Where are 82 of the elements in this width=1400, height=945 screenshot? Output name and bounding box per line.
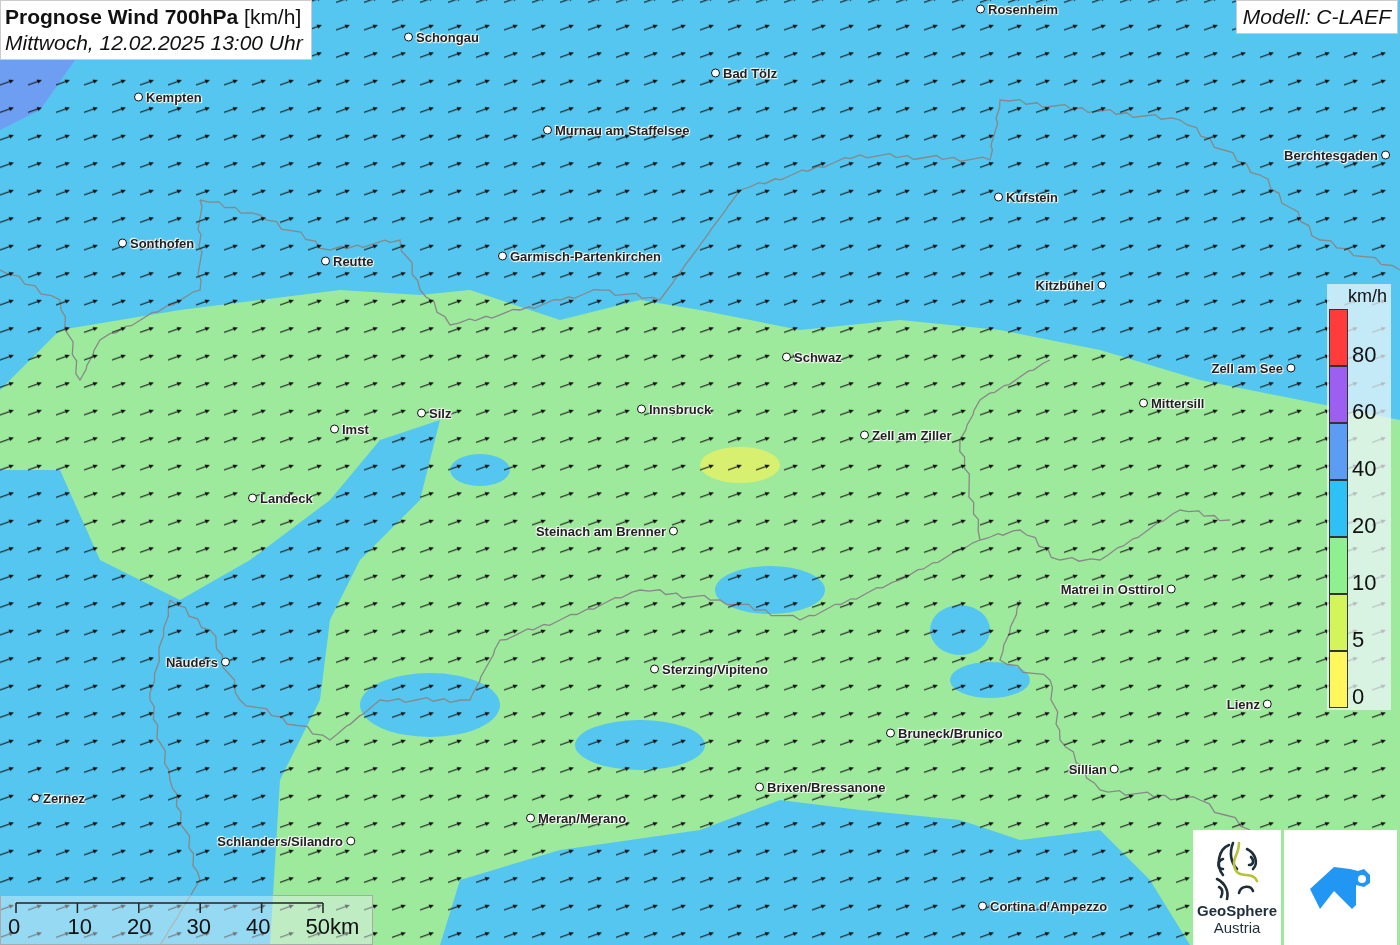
scale-label: 50km [305, 914, 361, 940]
model-label: Modell: C-LAEF [1235, 0, 1398, 34]
legend-value: 60 [1352, 401, 1377, 423]
city-marker-icon [346, 836, 355, 846]
city-marker-icon [417, 408, 426, 418]
scale-label: 30 [186, 914, 212, 940]
city-marker-icon [711, 68, 720, 78]
city-marker-icon [637, 404, 646, 414]
city-marker-icon [118, 238, 127, 248]
city-marker-icon [669, 526, 678, 536]
legend-value: 10 [1352, 572, 1377, 594]
legend-value: 40 [1352, 458, 1377, 480]
city-marker-icon [1167, 584, 1176, 594]
city-marker-icon [860, 430, 869, 440]
city-label: Bad Tölz [723, 65, 778, 81]
city-marker-icon [498, 251, 507, 261]
city-label: Bruneck/Brunico [898, 725, 1003, 741]
city-marker-icon [221, 657, 230, 667]
city-marker-icon [543, 125, 552, 135]
city-label: Kempten [146, 89, 202, 105]
city-marker-icon [330, 424, 339, 434]
city-label: Sterzing/Vipiteno [662, 661, 768, 677]
city-label: Meran/Merano [538, 810, 627, 826]
forecast-time: Mittwoch, 12.02.2025 13:00 Uhr [5, 31, 303, 55]
city-label: Kufstein [1006, 189, 1058, 205]
city-marker-icon [134, 92, 143, 102]
city-label: Zell am Ziller [872, 427, 952, 443]
city-marker-icon [526, 813, 535, 823]
scale-label: 10 [67, 914, 93, 940]
city-label: Sillian [1068, 761, 1107, 777]
city-marker-icon [1263, 699, 1272, 709]
city-label: Berchtesgaden [1284, 147, 1378, 163]
city-label: Reutte [333, 253, 374, 269]
scale-label: 20 [127, 914, 153, 940]
scale-label: 40 [246, 914, 272, 940]
city-marker-icon [976, 4, 985, 14]
city-marker-icon [1286, 363, 1295, 373]
city-label: Imst [342, 421, 369, 437]
city-label: Brixen/Bressanone [767, 779, 886, 795]
unit-label: [km/h] [244, 5, 302, 28]
scale-label: 0 [8, 914, 22, 940]
city-label: Rosenheim [988, 1, 1059, 17]
city-marker-icon [1097, 280, 1106, 290]
city-label: Landeck [260, 490, 313, 506]
legend-value: 80 [1352, 344, 1377, 366]
city-label: Silz [429, 405, 452, 421]
city-marker-icon [650, 664, 659, 674]
logo-subname: Austria [1213, 919, 1261, 936]
city-marker-icon [248, 493, 257, 503]
city-label: Schwaz [794, 349, 842, 365]
logo-name: GeoSphere [1197, 903, 1277, 920]
city-marker-icon [994, 192, 1003, 202]
city-label: Murnau am Staffelsee [555, 122, 690, 138]
city-label: Schlanders/Silandro [217, 833, 343, 849]
city-label: Garmisch-Partenkirchen [510, 248, 661, 264]
city-marker-icon [1381, 150, 1390, 160]
city-label: Zernez [43, 790, 85, 806]
city-label: Kitzbühel [1035, 277, 1094, 293]
legend-value: 20 [1352, 515, 1377, 537]
city-marker-icon [321, 256, 330, 266]
city-label: Schongau [416, 29, 479, 45]
city-label: Innsbruck [649, 401, 712, 417]
city-marker-icon [1110, 764, 1119, 774]
city-marker-icon [782, 352, 791, 362]
city-label: Lienz [1226, 696, 1260, 712]
legend-value: 0 [1352, 686, 1365, 708]
city-marker-icon [1139, 398, 1148, 408]
city-marker-icon [978, 901, 987, 911]
city-marker-icon [31, 793, 40, 803]
map-title: Prognose Wind 700hPa [km/h] [5, 5, 303, 29]
city-label: Matrei in Osttirol [1060, 581, 1164, 597]
city-marker-icon [886, 728, 895, 738]
city-label: Nauders [165, 654, 218, 670]
legend-value: 5 [1352, 629, 1365, 651]
city-label: Cortina d'Ampezzo [990, 898, 1108, 914]
legend-unit: km/h [1347, 286, 1388, 307]
city-marker-icon [404, 32, 413, 42]
city-label: Sonthofen [130, 235, 195, 251]
city-label: Steinach am Brenner [535, 523, 666, 539]
city-marker-icon [755, 782, 764, 792]
city-label: Mittersill [1151, 395, 1205, 411]
city-label: Zell am See [1211, 360, 1283, 376]
